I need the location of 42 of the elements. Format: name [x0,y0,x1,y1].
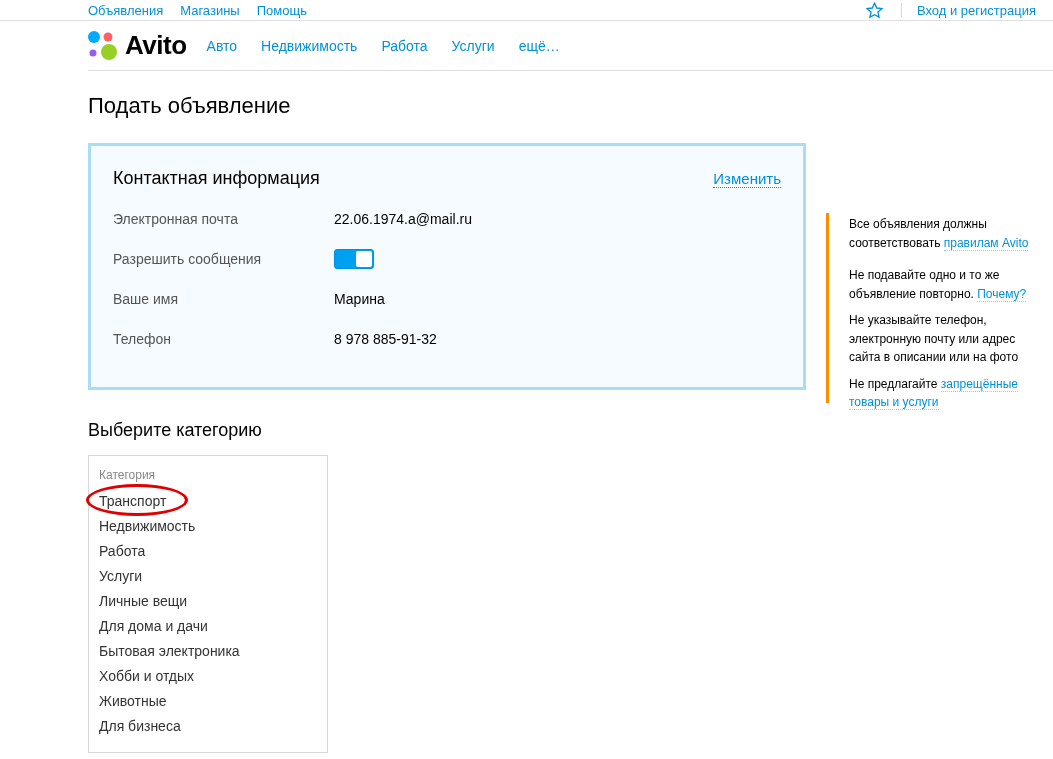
rule-note: Не предлагайте запрещённые товары и услуги [849,375,1019,412]
card-title: Контактная информация [113,168,320,189]
rule-note: Не подавайте одно и то же объявление повторно. Почему? [849,267,1028,303]
category-item[interactable]: Услуги [99,565,143,587]
login-link[interactable]: Вход и регистрация [916,2,1036,18]
top-link[interactable]: Магазины [180,2,240,18]
rule-link[interactable]: правилам Avito [943,235,1029,251]
field-label: Ваше имя [113,291,180,307]
rule-link[interactable]: Почему? [977,286,1027,302]
field-label: Телефон [113,331,173,347]
category-item[interactable]: Для бизнеса [99,715,181,737]
nav-link[interactable]: Недвижимость [261,37,358,54]
rule-note: Все объявления должны соответствовать правилам Avito [849,216,1030,252]
top-link[interactable]: Помощь [256,2,307,18]
category-item[interactable]: Личные вещи [99,590,188,612]
category-item[interactable]: Недвижимость [99,515,196,537]
rule-note: Не указывайте телефон, электронную почту или адрес сайта в описании или на фото [849,312,1020,366]
nav-link[interactable]: Услуги [451,37,495,54]
field-value: Марина [334,291,385,307]
field-value: 8 978 885-91-32 [334,331,437,347]
logo-text[interactable]: Avito [125,30,187,61]
category-item[interactable]: Транспорт [99,490,167,512]
toggle-switch[interactable] [334,249,374,269]
field-value: 22.06.1974.a@mail.ru [334,211,472,227]
category-item[interactable]: Хобби и отдых [99,665,195,687]
list-label: Категория [99,468,157,482]
category-item[interactable]: Работа [99,540,146,562]
nav-link[interactable]: Работа [381,37,428,54]
star-icon[interactable] [865,1,883,19]
edit-link[interactable]: Изменить [713,169,781,188]
top-link[interactable]: Объявления [88,2,164,18]
rule-link[interactable]: товары и услуги [849,395,939,410]
section-title: Выберите категорию [88,420,263,441]
rule-link[interactable]: запрещённые [940,376,1018,392]
category-item[interactable]: Животные [99,690,167,712]
category-item[interactable]: Для дома и дачи [99,615,208,637]
page-title: Подать объявление [88,93,292,119]
field-label: Электронная почта [113,211,239,227]
nav-link[interactable]: ещё… [518,37,560,54]
field-label: Разрешить сообщения [113,251,263,267]
nav-link[interactable]: Авто [206,37,238,54]
category-item[interactable]: Бытовая электроника [99,640,240,662]
